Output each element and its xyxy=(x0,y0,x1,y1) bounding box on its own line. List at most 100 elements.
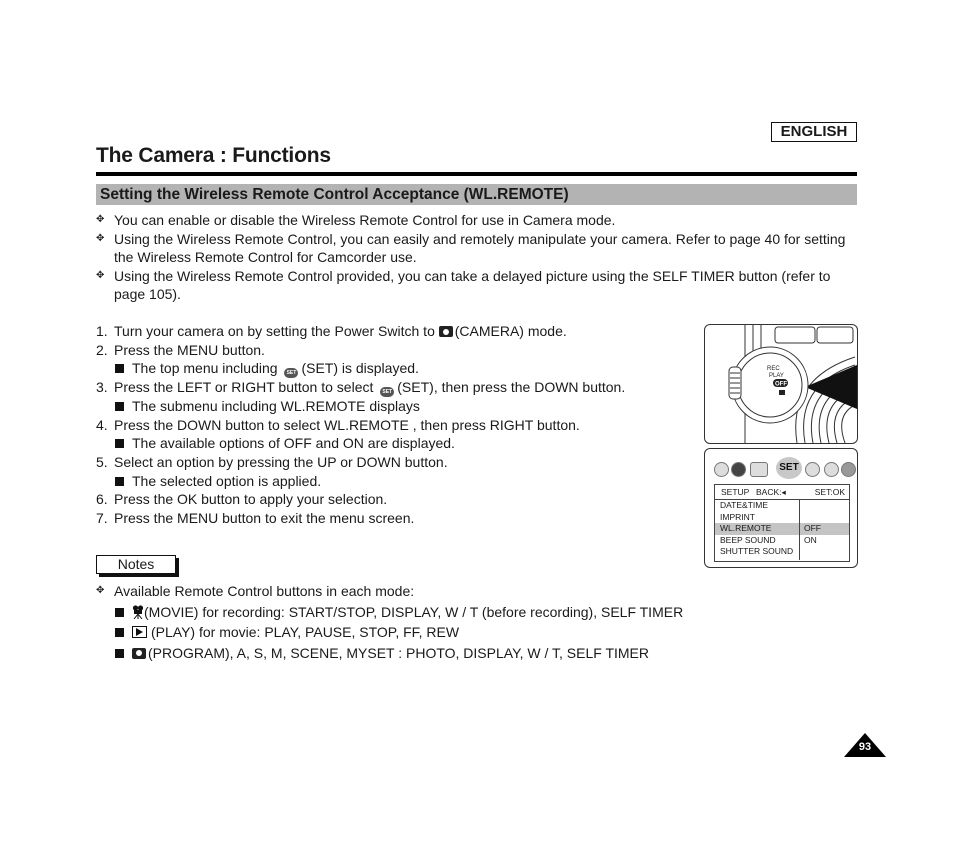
notes-item: (MOVIE) for recording: START/STOP, DISPL… xyxy=(96,602,736,623)
language-badge: ENGLISH xyxy=(771,122,857,142)
setup-menu-list: DATE&TIME IMPRINT WL.REMOTE BEEP SOUND S… xyxy=(715,500,800,560)
steps-list: 1. Turn your camera on by setting the Pow… xyxy=(96,322,696,527)
step-text: The selected option is applied. xyxy=(132,472,322,489)
four-point-star-icon: ✥ xyxy=(96,232,105,244)
square-bullet-icon xyxy=(115,439,124,449)
step-item: 3. Press the LEFT or RIGHT button to sele… xyxy=(96,378,696,398)
step-text: Press the DOWN button to select WL.REMOT… xyxy=(114,416,580,433)
intro-bullet-text: Using the Wireless Remote Control, you c… xyxy=(114,230,846,266)
dial-label-play: PLAY xyxy=(769,373,784,379)
camera-icon xyxy=(132,647,146,659)
setup-menu: SETUP BACK:◂ SET:OK DATE&TIME IMPRINT WL… xyxy=(714,484,850,562)
step-subnote: The top menu including SET (SET) is displ… xyxy=(96,359,696,379)
page-title: The Camera : Functions xyxy=(96,144,331,167)
step-subnote: The selected option is applied. xyxy=(96,472,696,491)
square-bullet-icon xyxy=(115,628,124,637)
step-subnote: The available options of OFF and ON are … xyxy=(96,434,696,453)
step-item: 4. Press the DOWN button to select WL.REM… xyxy=(96,416,696,435)
menu-setup-label: SETUP xyxy=(721,487,750,497)
step-text: Press the OK button to apply your select… xyxy=(114,491,388,508)
menu-item-selected: WL.REMOTE xyxy=(715,523,799,535)
menu-ok-hint: SET:OK xyxy=(814,487,845,497)
intro-bullet: ✥ You can enable or disable the Wireless … xyxy=(96,211,856,230)
menu-item: SHUTTER SOUND xyxy=(720,546,794,556)
step-text: (CAMERA) mode. xyxy=(454,323,567,339)
step-text: The top menu including xyxy=(132,360,282,377)
camera-mode-icon xyxy=(714,462,729,477)
notes-intro: ✥ Available Remote Control buttons in eac… xyxy=(96,581,736,602)
step-text: Press the MENU button to exit the menu s… xyxy=(114,509,415,526)
step-text: The available options of OFF and ON are … xyxy=(132,435,455,452)
step-number: 6. xyxy=(96,491,108,508)
play-icon xyxy=(132,626,147,638)
step-item: 6. Press the OK button to apply your sele… xyxy=(96,490,696,509)
intro-bullet: ✥ Using the Wireless Remote Control, you … xyxy=(96,230,856,267)
notes-intro-text: Available Remote Control buttons in each… xyxy=(114,583,415,599)
intro-bullet-text: You can enable or disable the Wireless R… xyxy=(114,212,616,228)
option-spacer xyxy=(800,512,849,524)
option-item: ON xyxy=(804,534,817,545)
menu-item: BEEP SOUND xyxy=(720,534,776,545)
notes-item-text: (PROGRAM), A, S, M, SCENE, MYSET : PHOTO… xyxy=(148,644,649,661)
step-text: (SET), then press the DOWN button. xyxy=(397,379,626,396)
notes-item-text: (PLAY) for movie: PLAY, PAUSE, STOP, FF,… xyxy=(151,624,460,640)
step-item: 1. Turn your camera on by setting the Pow… xyxy=(96,322,696,341)
volume-icon xyxy=(824,462,839,477)
menu-screen-illustration: SET SETUP BACK:◂ SET:OK DATE&TIME IMPRIN… xyxy=(704,448,858,568)
step-number: 7. xyxy=(96,509,108,526)
page-number: 93 xyxy=(858,741,872,753)
dial-label-off: OFF xyxy=(775,382,787,388)
menu-item: DATE&TIME xyxy=(720,500,769,510)
notes-body: ✥ Available Remote Control buttons in eac… xyxy=(96,581,736,663)
set-icon: SET xyxy=(284,368,299,379)
step-text: Press the LEFT or RIGHT button to select xyxy=(114,379,378,396)
step-number: 2. xyxy=(96,341,108,358)
menu-item: IMPRINT xyxy=(720,511,755,522)
display-icon xyxy=(750,462,768,477)
camera-dial-illustration: REC PLAY OFF xyxy=(704,324,858,444)
movie-camera-icon xyxy=(132,604,144,619)
intro-bullet-list: ✥ You can enable or disable the Wireless … xyxy=(96,211,856,304)
step-text: (SET) is displayed. xyxy=(301,360,419,377)
notes-item: (PROGRAM), A, S, M, SCENE, MYSET : PHOTO… xyxy=(96,643,736,664)
step-item: 7. Press the MENU button to exit the menu… xyxy=(96,509,696,528)
four-point-star-icon: ✥ xyxy=(96,585,105,596)
square-bullet-icon xyxy=(115,648,124,658)
square-bullet-icon xyxy=(115,402,124,412)
self-timer-icon xyxy=(731,462,746,477)
set-icon: SET xyxy=(380,387,395,398)
section-title: Setting the Wireless Remote Control Acce… xyxy=(100,186,569,203)
menu-back-hint: BACK:◂ xyxy=(756,487,786,497)
square-bullet-icon xyxy=(115,607,124,617)
step-text: Turn your camera on by setting the Power… xyxy=(114,323,439,339)
camera-body-drawing: REC PLAY OFF xyxy=(728,325,857,443)
user-icon xyxy=(805,462,820,477)
square-bullet-icon xyxy=(115,476,124,486)
camera-icon xyxy=(438,326,453,337)
step-item: 5. Select an option by pressing the UP or… xyxy=(96,453,696,472)
set-menu-icon: SET xyxy=(776,457,802,479)
setup-menu-header: SETUP BACK:◂ SET:OK xyxy=(715,485,849,500)
option-spacer xyxy=(800,500,849,512)
four-point-star-icon: ✥ xyxy=(96,214,105,225)
title-divider xyxy=(96,172,857,176)
step-number: 3. xyxy=(96,379,108,396)
notes-item-text: (MOVIE) for recording: START/STOP, DISPL… xyxy=(144,603,684,620)
intro-bullet-text: Using the Wireless Remote Control provid… xyxy=(114,267,831,303)
step-number: 4. xyxy=(96,416,108,433)
step-number: 1. xyxy=(96,323,108,339)
notes-item: (PLAY) for movie: PLAY, PAUSE, STOP, FF,… xyxy=(96,622,736,643)
dial-label-rec: REC xyxy=(767,366,780,372)
step-text: The submenu including WL.REMOTE displays xyxy=(132,398,420,415)
square-bullet-icon xyxy=(115,364,124,374)
step-item: 2. Press the MENU button. xyxy=(96,341,696,360)
step-subnote: The submenu including WL.REMOTE displays xyxy=(96,397,696,416)
grid-icon xyxy=(841,462,856,477)
intro-bullet: ✥ Using the Wireless Remote Control provi… xyxy=(96,267,856,304)
option-selected: OFF xyxy=(800,523,849,535)
step-number: 5. xyxy=(96,453,108,470)
option-list: OFF ON xyxy=(800,500,849,546)
step-text: Press the MENU button. xyxy=(114,341,265,358)
menu-top-icons: SET xyxy=(714,457,856,479)
step-text: Select an option by pressing the UP or D… xyxy=(114,453,448,470)
